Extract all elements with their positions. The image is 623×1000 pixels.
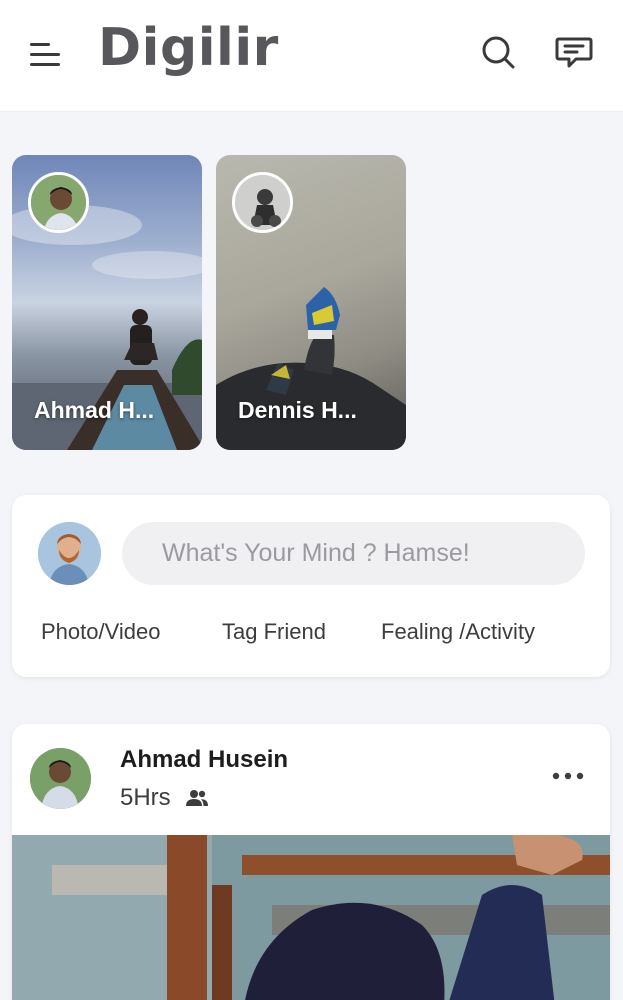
post-timestamp: 5Hrs xyxy=(120,784,171,811)
app-logo[interactable]: Digilir xyxy=(98,18,279,78)
friends-icon xyxy=(185,790,208,806)
feeling-activity-button[interactable]: Fealing /Activity xyxy=(381,619,535,645)
tag-friend-button[interactable]: Tag Friend xyxy=(222,619,326,645)
user-avatar[interactable] xyxy=(38,522,101,585)
chat-icon[interactable] xyxy=(552,30,596,74)
menu-icon[interactable] xyxy=(24,34,66,76)
photo-video-button[interactable]: Photo/Video xyxy=(41,619,160,645)
post-author-avatar[interactable] xyxy=(30,748,91,809)
top-header: Digilir xyxy=(0,0,623,112)
post-image[interactable] xyxy=(12,835,610,1000)
post-meta: 5Hrs xyxy=(120,784,209,812)
status-input[interactable] xyxy=(122,522,585,585)
story-name: Dennis H... xyxy=(238,397,357,423)
story-avatar xyxy=(232,172,293,233)
more-icon[interactable] xyxy=(548,764,588,788)
story-avatar xyxy=(28,172,89,233)
story-card[interactable]: Ahmad H... xyxy=(12,155,202,450)
story-name: Ahmad H... xyxy=(34,397,155,423)
search-icon[interactable] xyxy=(476,30,520,74)
post-author-name[interactable]: Ahmad Husein xyxy=(120,746,288,774)
feed-post: Ahmad Husein 5Hrs xyxy=(12,724,610,1000)
post-composer: Photo/Video Tag Friend Fealing /Activity xyxy=(12,495,610,677)
story-card[interactable]: Dennis H... xyxy=(216,155,406,450)
